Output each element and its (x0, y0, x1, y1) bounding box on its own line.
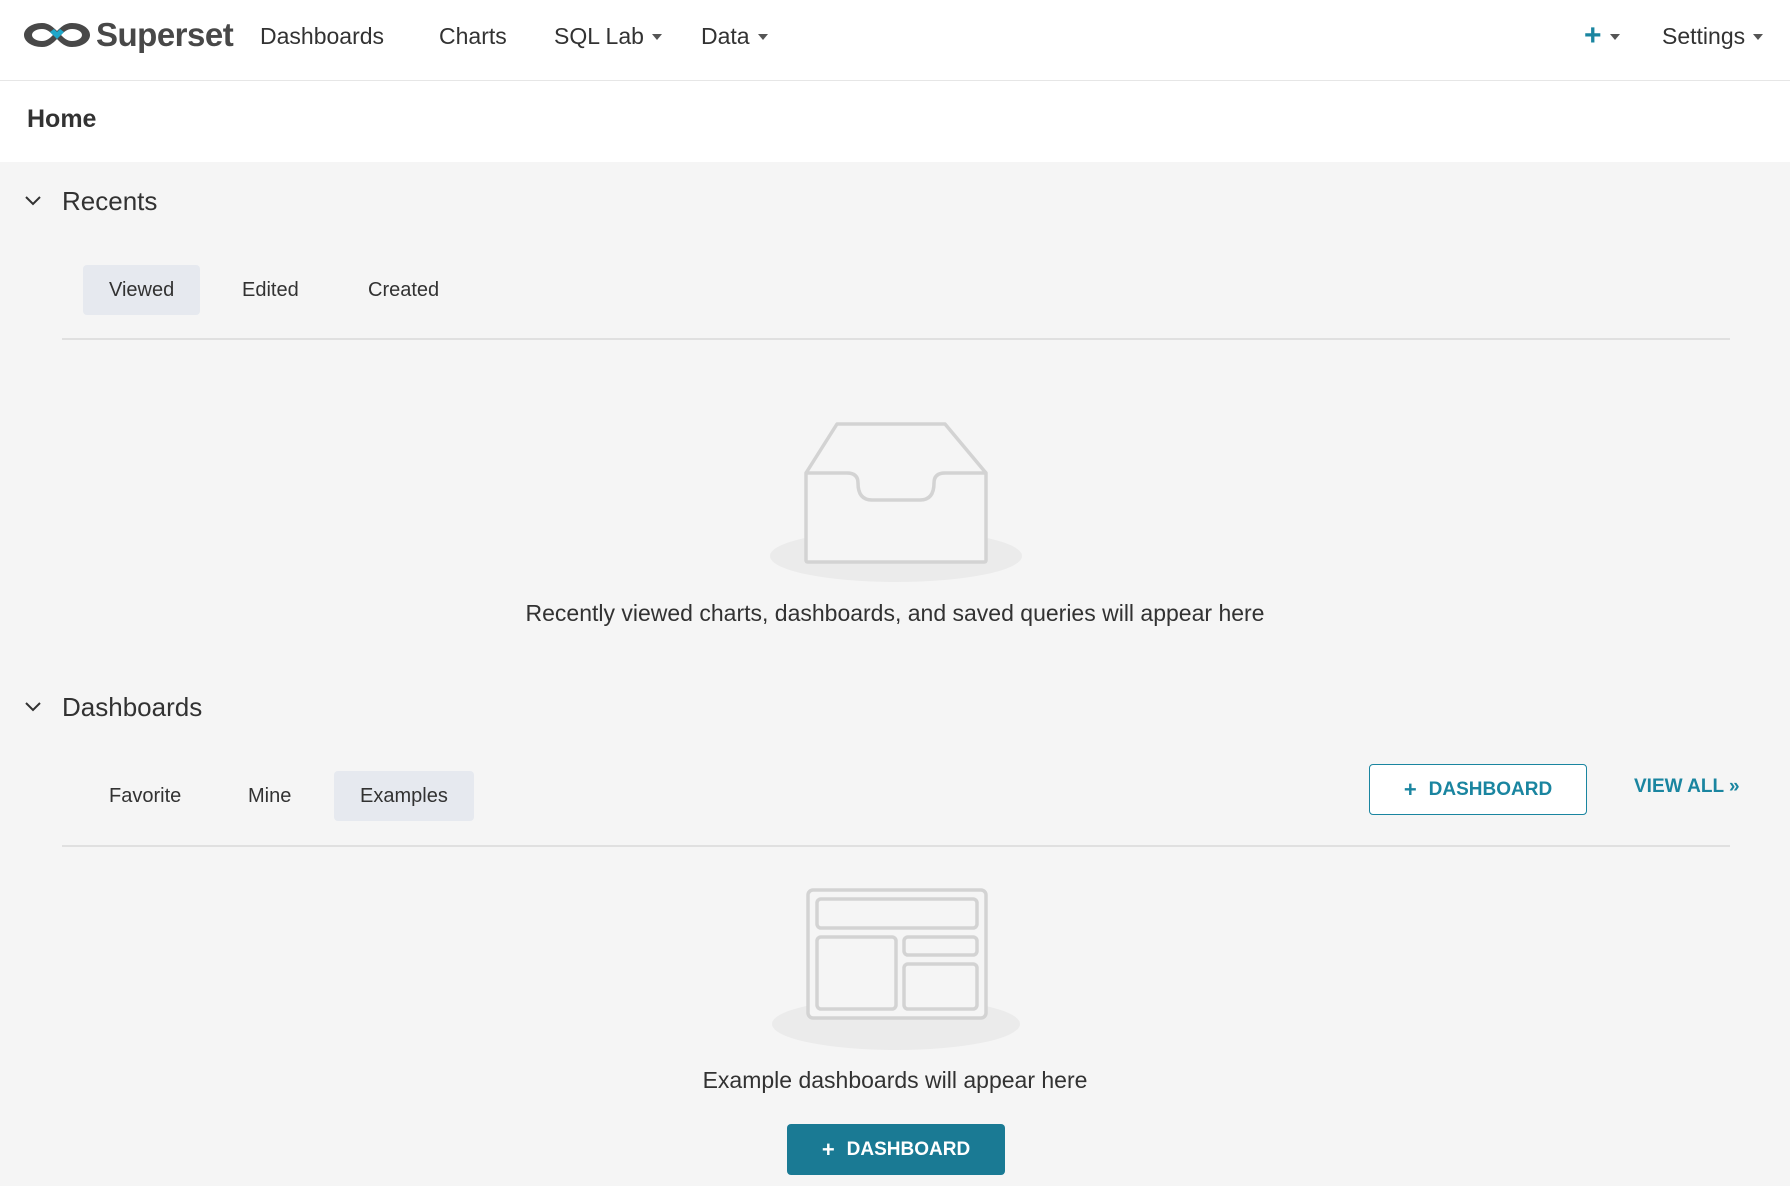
nav-data[interactable]: Data (701, 20, 768, 52)
caret-down-icon (757, 34, 768, 40)
nav-sql-lab[interactable]: SQL Lab (554, 20, 662, 52)
superset-logo-icon (24, 23, 90, 47)
page-header: Home (0, 81, 1790, 162)
nav-data-label: Data (701, 23, 750, 49)
tab-mine[interactable]: Mine (222, 771, 317, 821)
plus-icon: + (821, 1136, 835, 1162)
tab-divider (62, 338, 1730, 340)
tab-favorite-label: Favorite (109, 785, 182, 807)
nav-charts[interactable]: Charts (439, 20, 507, 52)
add-dashboard-button[interactable]: + DASHBOARD (1369, 764, 1587, 815)
tab-examples-label: Examples (360, 785, 448, 807)
add-dashboard-label: DASHBOARD (1428, 778, 1553, 800)
create-dashboard-label: DASHBOARD (846, 1138, 971, 1160)
page-title: Home (27, 105, 97, 133)
nav-settings[interactable]: Settings (1662, 20, 1764, 52)
dashboards-empty-text: Example dashboards will appear here (702, 1067, 1088, 1093)
recents-collapse-header[interactable]: Recents (22, 184, 157, 218)
tab-mine-label: Mine (248, 785, 292, 807)
recents-title: Recents (62, 185, 158, 216)
new-menu[interactable]: + (1584, 20, 1620, 52)
nav-charts-label: Charts (439, 23, 507, 49)
tab-examples[interactable]: Examples (334, 771, 474, 821)
tab-divider (62, 845, 1730, 847)
empty-dashboard-icon (772, 888, 1020, 1050)
caret-down-icon (1609, 34, 1620, 40)
caret-down-icon (1753, 34, 1764, 40)
nav-dashboards-label: Dashboards (260, 23, 385, 49)
view-all-link[interactable]: VIEW ALL » (1634, 776, 1740, 798)
nav-sql-lab-label: SQL Lab (554, 23, 644, 49)
tab-viewed[interactable]: Viewed (83, 265, 201, 315)
tab-favorite[interactable]: Favorite (83, 771, 207, 821)
plus-icon: + (1403, 776, 1417, 802)
chevron-down-icon (25, 702, 41, 712)
dashboards-title: Dashboards (62, 691, 203, 722)
top-navbar: Superset Dashboards Charts SQL Lab Data … (0, 0, 1790, 81)
nav-dashboards[interactable]: Dashboards (260, 20, 384, 52)
caret-down-icon (651, 34, 662, 40)
create-dashboard-button[interactable]: + DASHBOARD (787, 1124, 1005, 1175)
tab-edited-label: Edited (242, 279, 299, 301)
tab-edited[interactable]: Edited (216, 265, 325, 315)
empty-inbox-icon (770, 422, 1022, 582)
plus-icon: + (1584, 19, 1602, 52)
tab-created-label: Created (368, 279, 440, 301)
brand-name: Superset (96, 16, 234, 53)
tab-created[interactable]: Created (342, 265, 465, 315)
nav-settings-label: Settings (1662, 23, 1746, 49)
tab-viewed-label: Viewed (109, 279, 175, 301)
brand[interactable]: Superset (22, 15, 234, 55)
recents-empty-text: Recently viewed charts, dashboards, and … (525, 600, 1265, 626)
dashboards-collapse-header[interactable]: Dashboards (22, 690, 202, 724)
chevron-down-icon (25, 196, 41, 206)
